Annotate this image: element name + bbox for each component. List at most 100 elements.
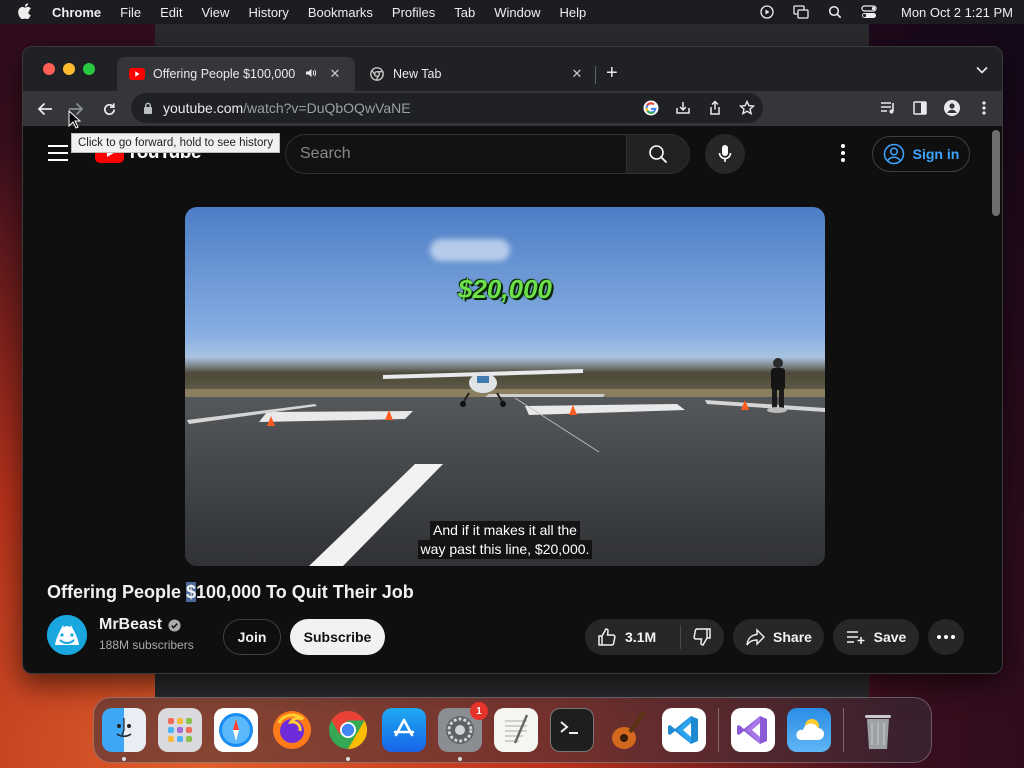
more-actions-button[interactable] (928, 619, 964, 655)
subscribe-button[interactable]: Subscribe (290, 619, 385, 655)
menu-profiles[interactable]: Profiles (392, 5, 435, 20)
tab-title: New Tab (393, 67, 442, 81)
running-indicator (346, 757, 350, 761)
back-arrow-icon[interactable] (35, 99, 55, 119)
menu-edit[interactable]: Edit (160, 5, 182, 20)
person-figure (767, 358, 787, 413)
search-icon (649, 145, 668, 164)
voice-search-button[interactable] (705, 134, 745, 174)
dock-weather-icon[interactable] (787, 708, 831, 752)
media-play-icon[interactable] (759, 5, 775, 19)
running-indicator (122, 757, 126, 761)
verified-badge-icon (168, 618, 181, 632)
hamburger-menu-icon[interactable] (48, 145, 68, 166)
apple-menu-icon[interactable] (18, 2, 36, 22)
zoom-window-button[interactable] (83, 63, 95, 75)
like-button[interactable]: 3.1M (585, 625, 681, 649)
menu-window[interactable]: Window (494, 5, 540, 20)
dock-chrome-icon[interactable] (326, 708, 370, 761)
youtube-page: YouTube Search Sign in (23, 126, 1002, 673)
caption-line: And if it makes it all the (430, 521, 580, 540)
share-arrow-icon (746, 628, 766, 646)
side-panel-icon[interactable] (912, 100, 928, 116)
save-playlist-add-icon (846, 631, 865, 644)
forward-button-tooltip: Click to go forward, hold to see history (71, 133, 280, 153)
dislike-button[interactable] (681, 627, 723, 647)
share-page-icon[interactable] (707, 100, 723, 116)
dock-firefox-icon[interactable] (270, 708, 314, 752)
install-app-icon[interactable] (675, 100, 691, 116)
minimize-window-button[interactable] (63, 63, 75, 75)
caption-line: way past this line, $20,000. (417, 540, 593, 559)
menu-view[interactable]: View (201, 5, 229, 20)
new-tab-plus-icon[interactable]: + (606, 63, 618, 83)
dock-terminal-icon[interactable] (550, 708, 594, 752)
tab-close-icon[interactable]: ✕ (569, 66, 585, 82)
video-player[interactable]: $20,000 And if it makes it all the way p… (185, 207, 825, 566)
settings-more-icon[interactable] (840, 144, 846, 162)
tab-youtube-video[interactable]: Offering People $100,000 ✕ (117, 57, 355, 91)
tab-new-tab[interactable]: New Tab ✕ (357, 57, 597, 91)
sign-in-button[interactable]: Sign in (872, 136, 970, 172)
traffic-cone (741, 400, 749, 410)
search-placeholder: Search (300, 145, 351, 162)
search-button[interactable] (626, 134, 690, 174)
url-path: /watch?v=DuQbOQwVaNE (243, 100, 411, 116)
traffic-cone (267, 416, 275, 426)
thumbs-down-icon (693, 628, 711, 646)
mouse-cursor-icon (68, 110, 82, 129)
dock-visual-studio-icon[interactable] (731, 708, 775, 752)
menu-tab[interactable]: Tab (454, 5, 475, 20)
tab-close-icon[interactable]: ✕ (327, 66, 343, 82)
menu-file[interactable]: File (120, 5, 141, 20)
tab-search-chevron-down-icon[interactable] (976, 65, 988, 77)
save-label: Save (873, 629, 907, 645)
dock-safari-icon[interactable] (214, 708, 258, 752)
dock-textedit-icon[interactable] (494, 708, 538, 752)
title-text: Offering People (47, 582, 187, 602)
mrbeast-logo-icon (47, 615, 87, 655)
share-button[interactable]: Share (733, 619, 824, 655)
dock-trash-icon[interactable] (856, 708, 900, 752)
spotlight-search-icon[interactable] (827, 5, 843, 19)
google-lens-icon[interactable] (643, 100, 659, 116)
sign-in-label: Sign in (912, 146, 960, 162)
menu-bar: Chrome File Edit View History Bookmarks … (0, 0, 1024, 24)
youtube-favicon-icon (129, 66, 145, 82)
reload-icon[interactable] (99, 99, 119, 119)
channel-avatar[interactable] (47, 615, 87, 655)
dock-launchpad-icon[interactable] (158, 708, 202, 752)
menu-history[interactable]: History (248, 5, 288, 20)
chrome-menu-icon[interactable] (976, 100, 992, 116)
save-button[interactable]: Save (833, 619, 919, 655)
search-input[interactable]: Search (285, 134, 626, 174)
dock-finder-icon[interactable] (102, 708, 146, 761)
channel-name[interactable]: MrBeast (99, 616, 162, 634)
address-bar[interactable]: youtube.com/watch?v=DuQbOQwVaNE (131, 93, 763, 123)
menu-app-name[interactable]: Chrome (52, 5, 101, 20)
join-button[interactable]: Join (223, 619, 281, 655)
dock-garageband-icon[interactable] (606, 708, 650, 752)
menu-clock[interactable]: Mon Oct 2 1:21 PM (901, 5, 1013, 20)
airplane (383, 369, 583, 407)
menu-bookmarks[interactable]: Bookmarks (308, 5, 373, 20)
page-scrollbar[interactable] (992, 130, 1000, 216)
screen-mirroring-icon[interactable] (793, 5, 809, 19)
dock-app-store-icon[interactable] (382, 708, 426, 752)
bookmark-star-icon[interactable] (739, 100, 755, 116)
dock-system-settings-icon[interactable]: 1 (438, 702, 488, 761)
media-controls-icon[interactable] (880, 100, 896, 116)
background-window-top (155, 24, 869, 48)
menu-help[interactable]: Help (560, 5, 587, 20)
tab-audio-playing-icon[interactable] (305, 68, 321, 81)
chrome-window: Offering People $100,000 ✕ New Tab ✕ + y… (22, 46, 1003, 674)
control-center-icon[interactable] (861, 5, 877, 19)
dock-vscode-icon[interactable] (662, 708, 706, 752)
video-captions: And if it makes it all the way past this… (185, 521, 825, 559)
channel-info: MrBeast 188M subscribers (99, 616, 194, 652)
title-text: 100,000 To Quit Their Job (196, 582, 414, 602)
profile-avatar-icon[interactable] (944, 100, 960, 116)
lock-icon[interactable] (143, 102, 153, 114)
running-indicator (458, 757, 462, 761)
close-window-button[interactable] (43, 63, 55, 75)
